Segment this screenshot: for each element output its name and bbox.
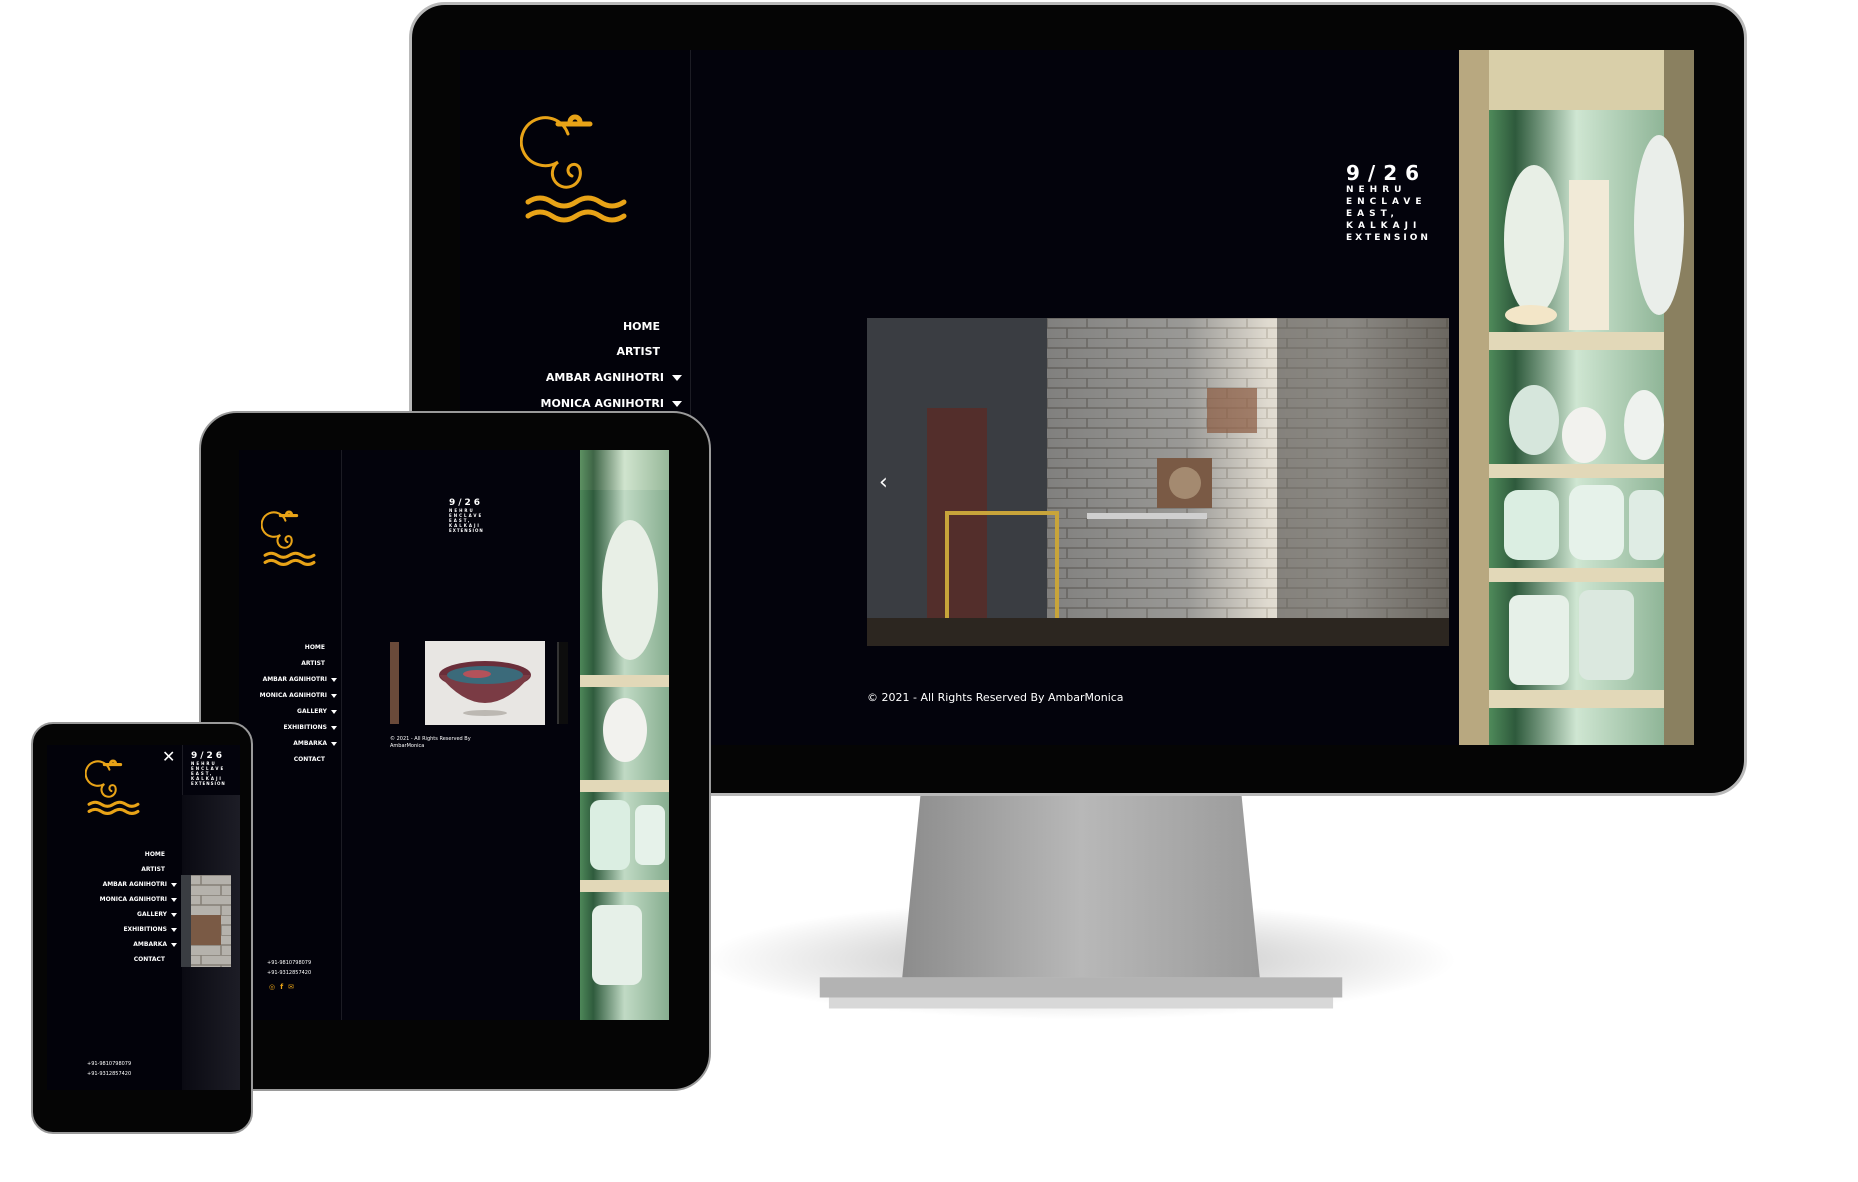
nav-exhibitions[interactable]: EXHIBITIONS — [123, 926, 177, 933]
chevron-down-icon[interactable] — [331, 677, 337, 682]
studio-photo-thumb[interactable] — [181, 875, 231, 967]
nav-gallery[interactable]: GALLERY — [137, 911, 177, 918]
nav-ambar-label: AMBAR AGNIHOTRI — [545, 371, 664, 384]
chevron-down-icon[interactable] — [672, 375, 682, 381]
studio-photo-slider[interactable]: ‹ — [867, 318, 1449, 646]
phone-menu-panel: HOME ARTIST AMBAR AGNIHOTRI MONICA AGNIH… — [47, 745, 183, 1090]
address-line: NEHRU — [1346, 185, 1407, 195]
monitor-stand — [819, 794, 1343, 1009]
address-number: 9/26 — [449, 498, 484, 508]
phone-number: +91-9810798079 — [87, 1061, 132, 1067]
logo-swirl-icon — [261, 510, 316, 566]
nav-home[interactable]: HOME — [145, 851, 165, 858]
address-line: EAST, — [1346, 209, 1399, 219]
nav-ambarka-label: AMBARKA — [133, 941, 167, 948]
nav-exhibitions-label: EXHIBITIONS — [283, 724, 327, 731]
bowl-photo[interactable] — [425, 641, 545, 725]
desktop-address: 9/26 NEHRU ENCLAVE EAST, KALKAJI EXTENSI… — [1346, 162, 1431, 244]
logo-swirl-icon — [85, 759, 140, 815]
phone-number: +91-9810798079 — [267, 960, 312, 966]
phone-address: 9/26 NEHRU ENCLAVE EAST, KALKAJI EXTENSI… — [191, 751, 226, 786]
nav-ambarka-label: AMBARKA — [293, 740, 327, 747]
nav-artist[interactable]: ARTIST — [141, 866, 165, 873]
gallery-thumb-next[interactable] — [557, 642, 568, 724]
facebook-icon[interactable]: f — [280, 983, 283, 991]
pottery-shelf-photo — [580, 450, 669, 1020]
nav-exhibitions[interactable]: EXHIBITIONS — [283, 724, 337, 731]
nav-ambar-agnihotri[interactable]: AMBAR AGNIHOTRI — [103, 881, 177, 888]
social-links: ◎ f ✉ — [269, 983, 294, 991]
instagram-icon[interactable]: ◎ — [269, 984, 275, 991]
nav-monica-label: MONICA AGNIHOTRI — [99, 896, 167, 903]
nav-ambar-label: AMBAR AGNIHOTRI — [262, 676, 327, 683]
address-line: EXTENSION — [449, 528, 484, 533]
nav-ambar-agnihotri[interactable]: AMBAR AGNIHOTRI — [546, 371, 682, 384]
nav-gallery-label: GALLERY — [297, 708, 327, 715]
chevron-left-icon[interactable]: ‹ — [879, 470, 888, 495]
nav-artist[interactable]: ARTIST — [616, 345, 660, 358]
phone-site-screen: HOME ARTIST AMBAR AGNIHOTRI MONICA AGNIH… — [47, 745, 240, 1090]
chevron-down-icon[interactable] — [331, 693, 337, 698]
phone-number: +91-9312857420 — [87, 1071, 132, 1077]
chevron-down-icon[interactable] — [171, 927, 177, 932]
nav-gallery[interactable]: GALLERY — [297, 708, 337, 715]
nav-gallery-label: GALLERY — [137, 911, 167, 918]
address-line: EXTENSION — [1346, 233, 1431, 243]
tablet-sidebar: HOME ARTIST AMBAR AGNIHOTRI MONICA AGNIH… — [239, 450, 342, 1020]
nav-monica-agnihotri[interactable]: MONICA AGNIHOTRI — [260, 692, 337, 699]
studio-photo — [867, 318, 1449, 646]
nav-ambar-agnihotri[interactable]: AMBAR AGNIHOTRI — [263, 676, 337, 683]
nav-ambar-label: AMBAR AGNIHOTRI — [102, 881, 167, 888]
nav-monica-agnihotri[interactable]: MONICA AGNIHOTRI — [100, 896, 177, 903]
gallery-thumb-prev[interactable] — [390, 642, 399, 724]
desktop-copyright: © 2021 - All Rights Reserved By AmbarMon… — [867, 691, 1124, 704]
address-number: 9/26 — [1346, 161, 1428, 185]
chevron-down-icon[interactable] — [331, 741, 337, 746]
nav-exhibitions-label: EXHIBITIONS — [123, 926, 167, 933]
nav-home[interactable]: HOME — [623, 320, 660, 333]
close-icon[interactable]: ✕ — [162, 747, 175, 766]
nav-monica-label: MONICA AGNIHOTRI — [540, 397, 664, 410]
copyright-line: © 2021 - All Rights Reserved By — [390, 736, 471, 742]
chevron-down-icon[interactable] — [672, 401, 682, 407]
chevron-down-icon[interactable] — [171, 897, 177, 902]
chevron-down-icon[interactable] — [331, 725, 337, 730]
address-line: EXTENSION — [191, 781, 226, 786]
tablet-address: 9/26 NEHRU ENCLAVE EAST, KALKAJI EXTENSI… — [449, 498, 484, 533]
nav-artist[interactable]: ARTIST — [301, 660, 325, 667]
address-line: KALKAJI — [1346, 221, 1422, 231]
nav-monica-label: MONICA AGNIHOTRI — [259, 692, 327, 699]
tablet-copyright: © 2021 - All Rights Reserved By AmbarMon… — [390, 736, 471, 750]
nav-monica-agnihotri[interactable]: MONICA AGNIHOTRI — [541, 397, 682, 410]
address-number: 9/26 — [191, 751, 226, 761]
chevron-down-icon[interactable] — [171, 942, 177, 947]
nav-contact[interactable]: CONTACT — [134, 956, 165, 963]
mail-icon[interactable]: ✉ — [288, 984, 294, 991]
chevron-down-icon[interactable] — [171, 882, 177, 887]
copyright-line: AmbarMonica — [390, 743, 425, 749]
phone-number: +91-9312857420 — [267, 970, 312, 976]
tablet-site-screen: HOME ARTIST AMBAR AGNIHOTRI MONICA AGNIH… — [239, 450, 669, 1020]
chevron-down-icon[interactable] — [171, 912, 177, 917]
nav-home[interactable]: HOME — [305, 644, 325, 651]
nav-ambarka[interactable]: AMBARKA — [293, 740, 337, 747]
nav-contact[interactable]: CONTACT — [294, 756, 325, 763]
address-line: ENCLAVE — [1346, 197, 1427, 207]
pottery-shelf-photo — [1459, 50, 1694, 745]
logo-swirl-icon — [520, 114, 627, 223]
chevron-down-icon[interactable] — [331, 709, 337, 714]
nav-ambarka[interactable]: AMBARKA — [133, 941, 177, 948]
